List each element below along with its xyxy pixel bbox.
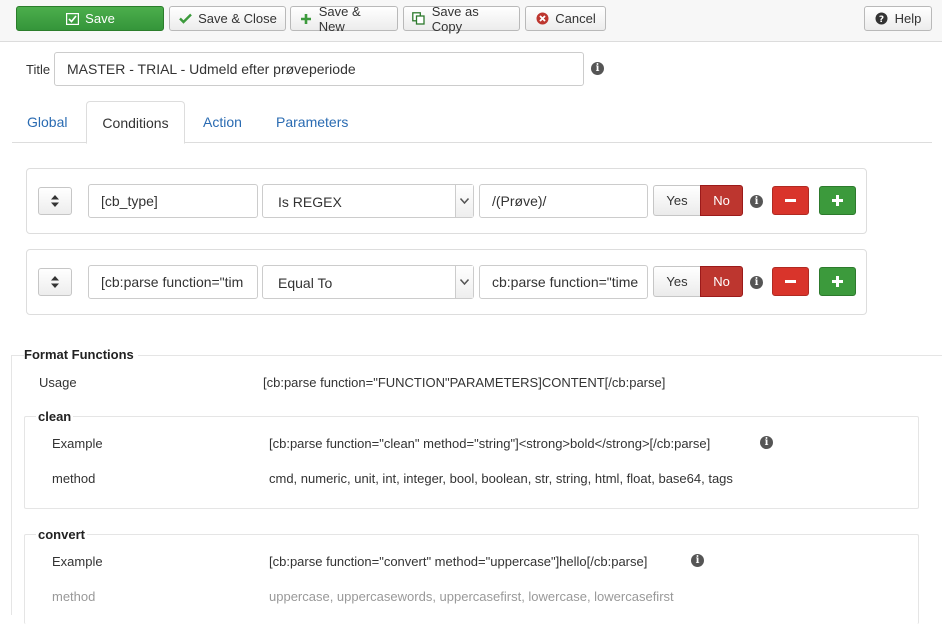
- yes-toggle-button[interactable]: Yes: [653, 266, 700, 297]
- toolbar: Save Save & Close Save & New Save as Cop…: [0, 0, 942, 42]
- plus-icon: [299, 12, 313, 26]
- operator-value: Equal To: [278, 275, 333, 291]
- condition-operator-select[interactable]: Equal To: [262, 265, 474, 299]
- condition-row: [cb:parse function="tim Equal To cb:pars…: [26, 249, 867, 315]
- convert-method-value: uppercase, uppercasewords, uppercasefirs…: [269, 589, 674, 604]
- save-close-label: Save & Close: [198, 11, 277, 26]
- convert-example-label: Example: [52, 554, 103, 569]
- remove-condition-button[interactable]: [772, 186, 809, 215]
- tab-parameters[interactable]: Parameters: [262, 101, 362, 143]
- clean-example-value: [cb:parse function="clean" method="strin…: [269, 436, 711, 451]
- save-close-button[interactable]: Save & Close: [169, 6, 286, 31]
- clean-method-label: method: [52, 471, 96, 486]
- remove-condition-button[interactable]: [772, 267, 809, 296]
- clean-example-label: Example: [52, 436, 103, 451]
- condition-field-input[interactable]: [cb:parse function="tim: [88, 265, 258, 299]
- convert-section: [24, 534, 919, 624]
- yes-toggle-button[interactable]: Yes: [653, 185, 700, 216]
- plus-icon: [832, 195, 843, 206]
- condition-field-input[interactable]: [cb_type]: [88, 184, 258, 218]
- clean-section-title: clean: [36, 409, 74, 424]
- cancel-icon: [535, 12, 549, 26]
- save-icon: [65, 12, 79, 26]
- no-toggle-button[interactable]: No: [700, 266, 743, 297]
- condition-info-icon[interactable]: i: [750, 195, 763, 208]
- sort-icon: [51, 276, 59, 288]
- usage-label: Usage: [39, 375, 77, 390]
- condition-operator-select[interactable]: Is REGEX: [262, 184, 474, 218]
- clean-info-icon[interactable]: i: [760, 436, 773, 449]
- condition-row: [cb_type] Is REGEX /(Prøve)/ Yes No i: [26, 168, 867, 234]
- cancel-button[interactable]: Cancel: [525, 6, 606, 31]
- tab-conditions[interactable]: Conditions: [86, 101, 185, 144]
- minus-icon: [785, 280, 796, 283]
- svg-text:?: ?: [879, 15, 884, 25]
- chevron-down-icon: [455, 185, 473, 217]
- sort-icon: [51, 195, 59, 207]
- usage-value: [cb:parse function="FUNCTION"PARAMETERS]…: [263, 375, 666, 390]
- convert-method-label: method: [52, 589, 96, 604]
- clean-section: [24, 416, 919, 509]
- convert-section-title: convert: [36, 527, 87, 542]
- sort-handle-button[interactable]: [38, 187, 72, 215]
- no-toggle-button[interactable]: No: [700, 185, 743, 216]
- convert-example-value: [cb:parse function="convert" method="upp…: [269, 554, 648, 569]
- clean-method-value: cmd, numeric, unit, int, integer, bool, …: [269, 471, 733, 486]
- add-condition-button[interactable]: [819, 267, 856, 296]
- title-input[interactable]: [54, 52, 584, 86]
- condition-value-input[interactable]: cb:parse function="time: [479, 265, 648, 299]
- convert-info-icon[interactable]: i: [691, 554, 704, 567]
- save-as-copy-button[interactable]: Save as Copy: [403, 3, 520, 34]
- tab-action[interactable]: Action: [189, 101, 256, 143]
- check-icon: [178, 12, 192, 26]
- save-new-button[interactable]: Save & New: [290, 3, 398, 34]
- help-icon: ?: [875, 12, 889, 26]
- save-new-label: Save & New: [318, 3, 361, 34]
- help-button[interactable]: ? Help: [864, 6, 932, 31]
- tab-global[interactable]: Global: [13, 101, 81, 143]
- condition-value-input[interactable]: /(Prøve)/: [479, 184, 648, 218]
- chevron-down-icon: [455, 266, 473, 298]
- save-as-copy-label: Save as Copy: [431, 3, 479, 34]
- save-label: Save: [85, 11, 115, 26]
- copy-icon: [412, 12, 426, 26]
- condition-info-icon[interactable]: i: [750, 276, 763, 289]
- format-functions-title: Format Functions: [24, 347, 138, 362]
- title-info-icon[interactable]: i: [591, 62, 604, 75]
- help-label: Help: [894, 11, 922, 26]
- cancel-label: Cancel: [555, 11, 596, 26]
- add-condition-button[interactable]: [819, 186, 856, 215]
- minus-icon: [785, 199, 796, 202]
- title-label: Title: [26, 62, 51, 77]
- sort-handle-button[interactable]: [38, 268, 72, 296]
- operator-value: Is REGEX: [278, 194, 342, 210]
- plus-icon: [832, 276, 843, 287]
- save-button[interactable]: Save: [16, 6, 164, 31]
